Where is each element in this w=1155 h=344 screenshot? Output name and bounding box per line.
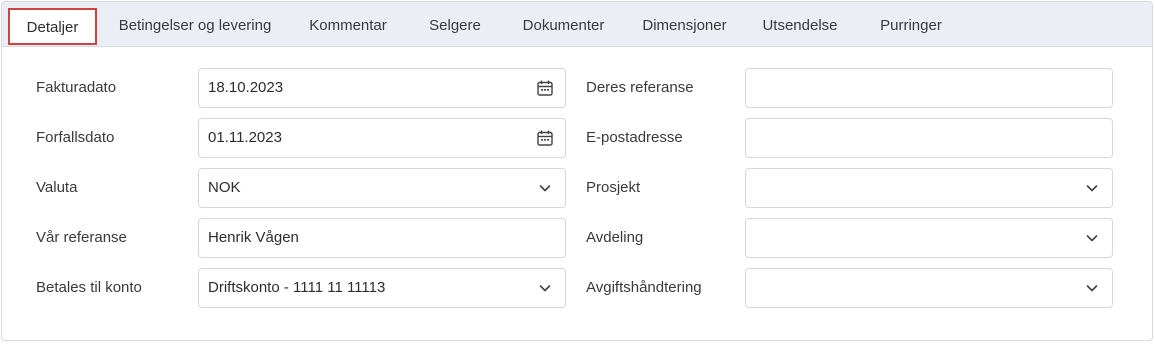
invoice-date-label: Fakturadato (36, 79, 117, 96)
our-reference-field[interactable]: Henrik Vågen (198, 218, 566, 258)
fee-handling-select[interactable] (745, 268, 1113, 308)
chevron-down-icon[interactable] (535, 178, 555, 198)
pay-to-account-value: Driftskonto - 1111 11 11113 (208, 279, 386, 296)
email-label: E-postadresse (586, 129, 683, 146)
currency-select[interactable]: NOK (198, 168, 566, 208)
your-reference-label: Deres referanse (586, 79, 694, 96)
your-reference-field[interactable] (745, 68, 1113, 108)
tab-kommentar[interactable]: Kommentar (298, 8, 398, 44)
tab-purringer[interactable]: Purringer (869, 8, 953, 44)
tab-utsendelse[interactable]: Utsendelse (755, 8, 845, 44)
tab-bar: Detaljer Betingelser og levering Komment… (2, 2, 1152, 47)
invoice-date-value: 18.10.2023 (208, 79, 284, 96)
tab-betingelser-og-levering[interactable]: Betingelser og levering (107, 8, 283, 44)
pay-to-account-label: Betales til konto (36, 279, 142, 296)
tab-dokumenter[interactable]: Dokumenter (511, 8, 616, 44)
chevron-down-icon[interactable] (1082, 178, 1102, 198)
email-field[interactable] (745, 118, 1113, 158)
our-reference-label: Vår referanse (36, 229, 127, 246)
due-date-value: 01.11.2023 (208, 129, 282, 146)
calendar-icon[interactable] (535, 128, 555, 148)
chevron-down-icon[interactable] (1082, 228, 1102, 248)
chevron-down-icon[interactable] (1082, 278, 1102, 298)
our-reference-value: Henrik Vågen (208, 229, 299, 246)
project-label: Prosjekt (586, 179, 641, 196)
currency-label: Valuta (36, 179, 78, 196)
tab-detaljer[interactable]: Detaljer (8, 8, 97, 45)
currency-value: NOK (208, 179, 241, 196)
tab-dimensjoner[interactable]: Dimensjoner (633, 8, 736, 44)
department-select[interactable] (745, 218, 1113, 258)
invoice-details-panel: Detaljer Betingelser og levering Komment… (1, 1, 1153, 341)
tab-selgere[interactable]: Selgere (419, 8, 491, 44)
department-label: Avdeling (586, 229, 644, 246)
fee-handling-label: Avgiftshåndtering (586, 279, 702, 296)
invoice-date-field[interactable]: 18.10.2023 (198, 68, 566, 108)
project-select[interactable] (745, 168, 1113, 208)
chevron-down-icon[interactable] (535, 278, 555, 298)
pay-to-account-select[interactable]: Driftskonto - 1111 11 11113 (198, 268, 566, 308)
due-date-label: Forfallsdato (36, 129, 115, 146)
due-date-field[interactable]: 01.11.2023 (198, 118, 566, 158)
calendar-icon[interactable] (535, 78, 555, 98)
